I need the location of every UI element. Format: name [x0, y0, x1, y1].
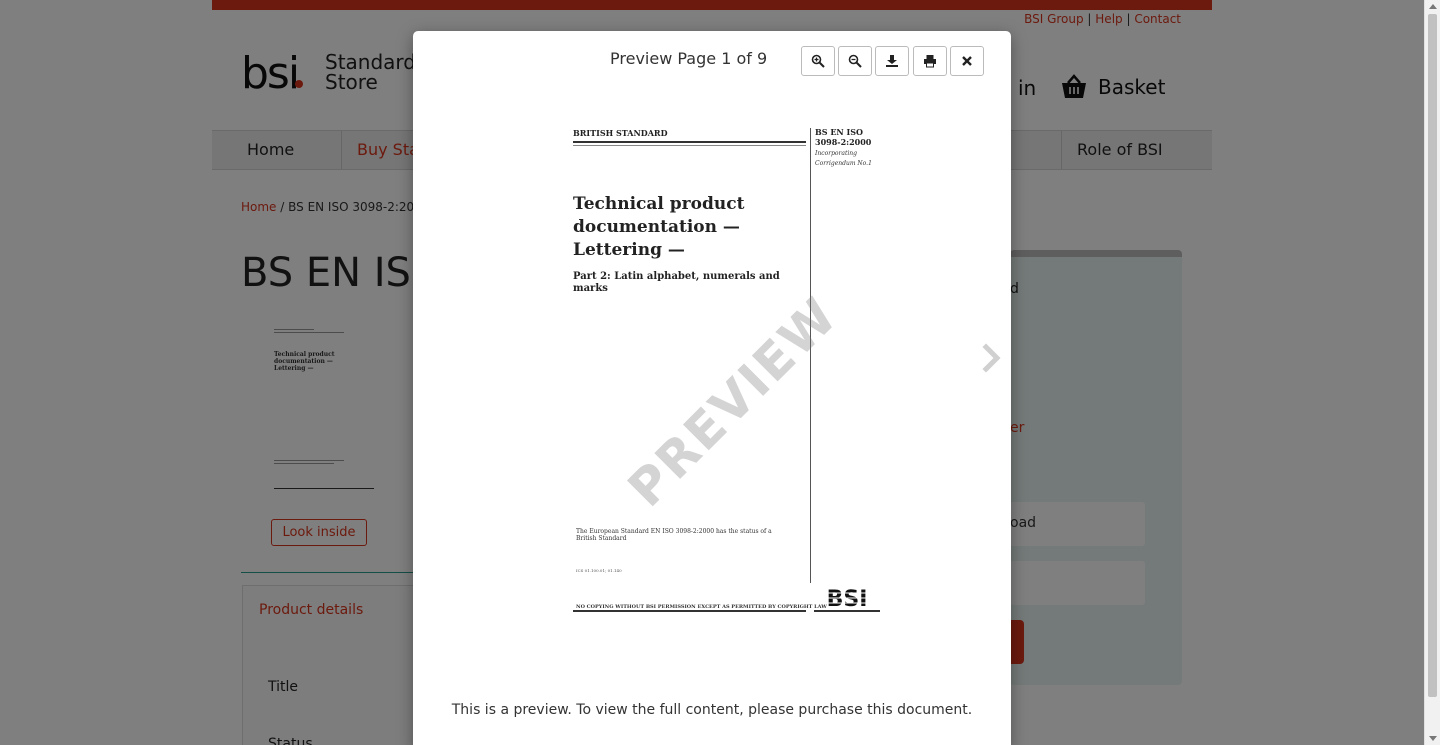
doc-status-text: The European Standard EN ISO 3098-2:2000…: [576, 528, 772, 542]
preview-modal: Preview Page 1 of 9 BRITISH STANDARD BS …: [413, 31, 1011, 745]
doc-title: Technical product documentation — Letter…: [573, 194, 745, 260]
zoom-out-button[interactable]: [838, 46, 872, 76]
doc-rule: [573, 145, 806, 146]
doc-ics: ICS 01.100.01; 01.140: [576, 568, 622, 573]
download-icon: [886, 55, 898, 67]
next-page-arrow-icon[interactable]: [981, 343, 1003, 373]
scroll-thumb[interactable]: [1428, 14, 1437, 697]
print-button[interactable]: [913, 46, 947, 76]
doc-standard-code: BS EN ISO 3098-2:2000: [815, 127, 871, 147]
print-icon: [924, 55, 936, 68]
preview-footer-text: This is a preview. To view the full cont…: [451, 702, 973, 718]
download-button[interactable]: [875, 46, 909, 76]
zoom-in-icon: [811, 54, 825, 68]
doc-rule: [814, 610, 880, 612]
document-preview-page: BRITISH STANDARD BS EN ISO 3098-2:2000 I…: [568, 123, 888, 623]
doc-rule: [573, 610, 806, 612]
page-scrollbar[interactable]: [1424, 0, 1440, 745]
preview-watermark: PREVIEW: [617, 286, 849, 518]
doc-code-line2: 3098-2:2000: [815, 137, 872, 147]
doc-code-line1: BS EN ISO: [815, 127, 864, 137]
preview-page-title: Preview Page 1 of 9: [610, 49, 768, 68]
scroll-up-arrow-icon[interactable]: [1429, 4, 1437, 9]
zoom-in-button[interactable]: [801, 46, 835, 76]
doc-corr-line1: Incorporating: [815, 150, 858, 157]
doc-subtitle: Part 2: Latin alphabet, numerals and mar…: [573, 271, 780, 294]
doc-corr-line2: Corrigendum No.1: [815, 160, 872, 167]
doc-header-british-standard: BRITISH STANDARD: [573, 128, 668, 138]
close-button[interactable]: [950, 46, 984, 76]
doc-corrigendum: Incorporating Corrigendum No.1: [815, 149, 872, 169]
close-icon: [962, 56, 972, 66]
zoom-out-icon: [848, 54, 862, 68]
doc-rule: [573, 141, 806, 143]
scroll-down-arrow-icon[interactable]: [1429, 736, 1437, 741]
